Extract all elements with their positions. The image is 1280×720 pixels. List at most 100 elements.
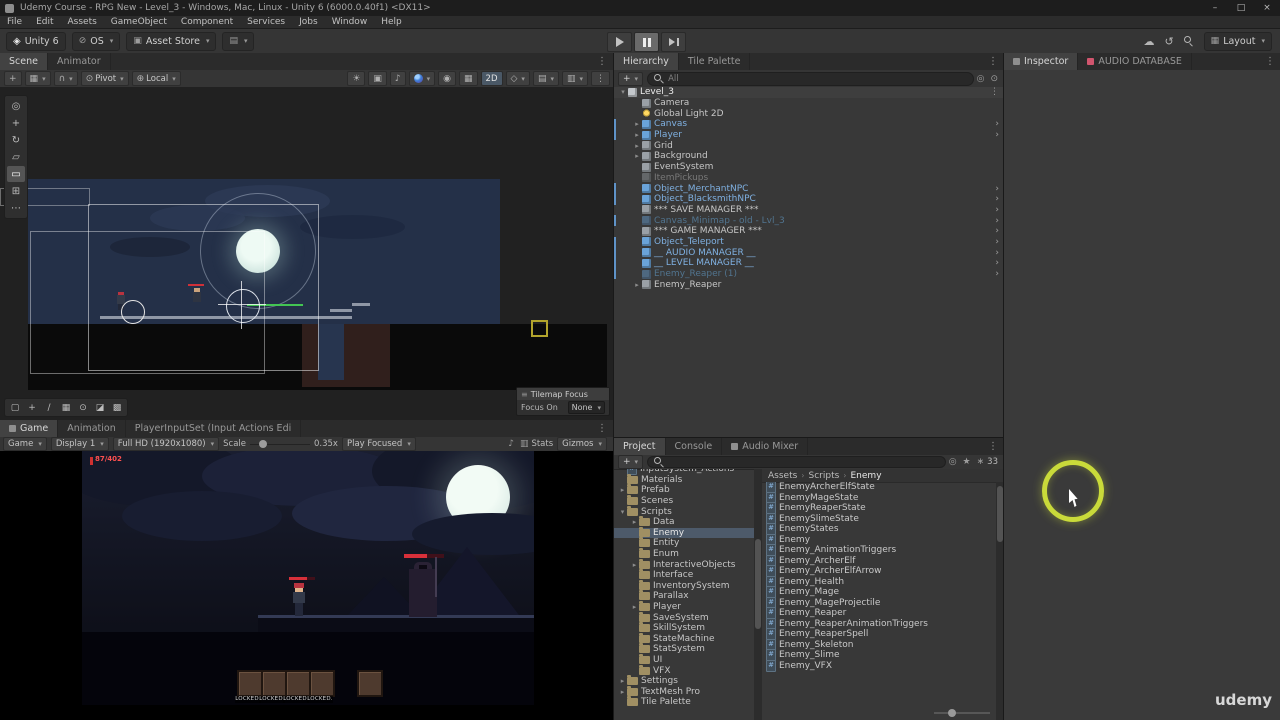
- menu-jobs[interactable]: Jobs: [292, 16, 325, 28]
- game-tab-game[interactable]: Game: [0, 420, 59, 437]
- scene-tab-animator[interactable]: Animator: [47, 53, 111, 70]
- folder-item-enum[interactable]: Enum: [614, 548, 754, 560]
- tile-eraser-tool[interactable]: ◪: [92, 401, 108, 414]
- hierarchy-item-enemy-reaper[interactable]: ▸ Enemy_Reaper: [614, 279, 1004, 290]
- file-item-enemymagestate[interactable]: # EnemyMageState: [762, 491, 996, 504]
- expander-icon[interactable]: ▸: [632, 281, 642, 289]
- maximize-button[interactable]: □: [1228, 0, 1254, 16]
- folder-item-ui[interactable]: UI: [614, 653, 754, 666]
- breadcrumb-item-assets[interactable]: Assets: [768, 471, 797, 481]
- expander-icon[interactable]: ▸: [630, 561, 639, 569]
- pause-button[interactable]: [634, 32, 659, 52]
- folder-item-interactiveobjects[interactable]: ▸ InteractiveObjects: [614, 558, 754, 570]
- custom-tool[interactable]: ⋯: [7, 200, 25, 216]
- game-viewport[interactable]: 87/402 LOCKED. LOCKED. LOCKED. LOCKED.: [0, 451, 613, 720]
- hierarchy-item-object-teleport[interactable]: Object_Teleport ›: [614, 236, 1004, 248]
- layout-dropdown[interactable]: ▦ Layout ▾: [1203, 31, 1272, 51]
- folder-item-tile-palette[interactable]: Tile Palette: [614, 696, 754, 708]
- folder-item-scenes[interactable]: Scenes: [614, 495, 754, 507]
- focus-on-dropdown[interactable]: None ▾: [567, 401, 605, 414]
- cloud-icon[interactable]: ☁: [1143, 35, 1154, 48]
- folder-item-prefab[interactable]: ▸ Prefab: [614, 484, 754, 496]
- audio-toggle-icon[interactable]: ♪: [389, 71, 406, 86]
- project-tab-audio-mixer[interactable]: Audio Mixer: [722, 438, 809, 455]
- asset-zoom-slider[interactable]: [934, 709, 990, 717]
- tools-dropdown[interactable]: ▤ ▾: [222, 31, 255, 51]
- project-tab-project[interactable]: Project: [614, 438, 666, 455]
- scene-visibility-icon[interactable]: ◉: [438, 71, 457, 86]
- hierarchy-item-object-merchantnpc[interactable]: Object_MerchantNPC ›: [614, 183, 1004, 194]
- file-item-enemy-vfx[interactable]: # Enemy_VFX: [762, 659, 996, 672]
- menu-help[interactable]: Help: [374, 16, 409, 28]
- tile-move-tool[interactable]: +: [24, 401, 40, 414]
- file-item-enemy-health[interactable]: # Enemy_Health: [762, 575, 996, 588]
- hierarchy-item-grid[interactable]: ▸ Grid: [614, 140, 1004, 151]
- menu-assets[interactable]: Assets: [61, 16, 104, 28]
- file-item-enemy-archerelfarrow[interactable]: # Enemy_ArcherElfArrow: [762, 565, 996, 578]
- file-item-enemy-slime[interactable]: # Enemy_Slime: [762, 649, 996, 662]
- hierarchy-item-save-manager[interactable]: *** SAVE MANAGER *** ›: [614, 205, 1004, 216]
- tile-picker-tool[interactable]: ⊙: [75, 401, 91, 414]
- hierarchy-item-global-light-2d[interactable]: Global Light 2D: [614, 108, 1004, 119]
- pivot-mode-dropdown[interactable]: ⊙ Pivot ▾: [80, 71, 129, 86]
- hierarchy-item-object-blacksmithnpc[interactable]: Object_BlacksmithNPC ›: [614, 193, 1004, 205]
- file-item-enemy[interactable]: # Enemy: [762, 533, 996, 546]
- expander-icon[interactable]: ▸: [618, 688, 627, 696]
- rotate-tool[interactable]: ↻: [7, 132, 25, 148]
- effects-orb-icon[interactable]: ▾: [408, 71, 436, 86]
- asset-store-dropdown[interactable]: ▣ Asset Store ▾: [126, 31, 217, 51]
- file-item-enemy-mage[interactable]: # Enemy_Mage: [762, 586, 996, 599]
- hierarchy-search-field[interactable]: All: [647, 71, 974, 86]
- undo-history-icon[interactable]: ↺: [1164, 35, 1173, 48]
- inspector-tab-audio-database[interactable]: AUDIO DATABASE: [1078, 53, 1192, 70]
- folder-item-scripts[interactable]: ▾ Scripts: [614, 505, 754, 517]
- view-tool[interactable]: ◎: [7, 98, 25, 114]
- scene-options-icon[interactable]: ⋮: [990, 87, 1004, 97]
- tile-brush-tool[interactable]: ∕: [41, 401, 57, 414]
- folder-item-statemachine[interactable]: StateMachine: [614, 632, 754, 645]
- hierarchy-item-audio-manager[interactable]: __ AUDIO MANAGER __ ›: [614, 247, 1004, 258]
- menu-window[interactable]: Window: [325, 16, 375, 28]
- search-by-type-icon[interactable]: ◎: [946, 457, 960, 467]
- tile-box-tool[interactable]: ▦: [58, 401, 74, 414]
- menu-edit[interactable]: Edit: [29, 16, 60, 28]
- display-dropdown[interactable]: Display 1 ▾: [50, 437, 109, 451]
- menu-services[interactable]: Services: [240, 16, 292, 28]
- hierarchy-item-background[interactable]: ▸ Background: [614, 151, 1004, 162]
- expander-icon[interactable]: ▾: [618, 88, 628, 96]
- grid-visibility-icon[interactable]: ▦: [459, 71, 478, 86]
- hierarchy-item-eventsystem[interactable]: EventSystem: [614, 162, 1004, 173]
- folder-item-inputsystem-actions[interactable]: #InputSystem_Actions: [614, 469, 754, 476]
- hierarchy-item-camera[interactable]: Camera: [614, 98, 1004, 109]
- game-tab-animation[interactable]: Animation: [58, 420, 126, 437]
- tile-select-tool[interactable]: ▢: [7, 401, 23, 414]
- expander-icon[interactable]: ▸: [632, 131, 642, 139]
- overlays-dropdown[interactable]: ▤ ▾: [532, 71, 559, 86]
- file-item-enemy-skeleton[interactable]: # Enemy_Skeleton: [762, 638, 996, 651]
- hierarchy-item-enemy-reaper-1[interactable]: Enemy_Reaper (1) ›: [614, 268, 1004, 280]
- transform-tool[interactable]: ⊞: [7, 183, 25, 199]
- move-tool[interactable]: +: [7, 115, 25, 131]
- folder-item-materials[interactable]: Materials: [614, 473, 754, 486]
- expander-icon[interactable]: ▸: [630, 603, 639, 611]
- folder-item-enemy[interactable]: Enemy: [614, 526, 754, 539]
- file-item-enemystates[interactable]: # EnemyStates: [762, 523, 996, 536]
- folder-item-data[interactable]: ▸ Data: [614, 516, 754, 528]
- folder-item-parallax[interactable]: Parallax: [614, 590, 754, 602]
- game-tab-playerinputset-input-actions-edi[interactable]: PlayerInputSet (Input Actions Edi: [125, 420, 302, 437]
- selection-circle-gizmo[interactable]: [121, 300, 145, 324]
- panel-menu-icon[interactable]: ⋮: [1259, 53, 1280, 70]
- folder-item-inventorysystem[interactable]: InventorySystem: [614, 579, 754, 592]
- project-search-field[interactable]: [647, 456, 946, 468]
- inspector-tab-inspector[interactable]: Inspector: [1004, 53, 1079, 70]
- minimize-button[interactable]: –: [1202, 0, 1228, 16]
- folder-item-statsystem[interactable]: StatSystem: [614, 643, 754, 655]
- hierarchy-item-itempickups[interactable]: ItemPickups: [614, 173, 1004, 184]
- inventory-slot[interactable]: [309, 670, 335, 697]
- file-item-enemy-reaper[interactable]: # Enemy_Reaper: [762, 607, 996, 620]
- folder-item-skillsystem[interactable]: SkillSystem: [614, 622, 754, 634]
- hierarchy-item-game-manager[interactable]: *** GAME MANAGER *** ›: [614, 226, 1004, 237]
- breadcrumb-item-scripts[interactable]: Scripts: [809, 471, 840, 481]
- game-view-selector[interactable]: Game ▾: [3, 437, 47, 451]
- inventory-slot[interactable]: [237, 670, 263, 697]
